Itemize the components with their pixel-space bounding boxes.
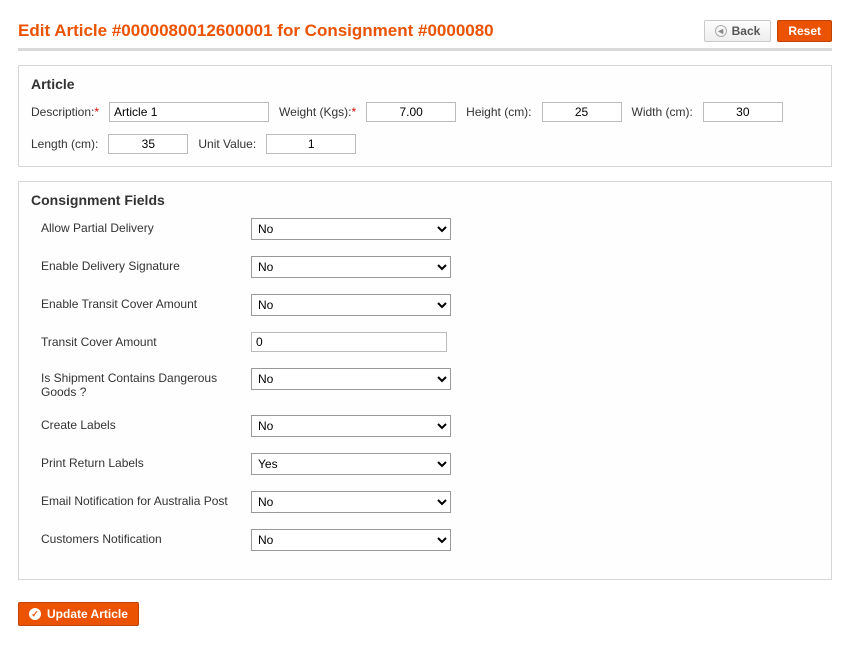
email-notification-select[interactable]: No [251,491,451,513]
unit-value-input[interactable] [266,134,356,154]
transit-cover-amount-label: Transit Cover Amount [41,332,251,349]
customers-notification-select[interactable]: No [251,529,451,551]
transit-cover-amount-input[interactable] [251,332,447,352]
height-label: Height (cm): [466,105,531,119]
unit-value-label: Unit Value: [198,137,256,151]
customers-notification-label: Customers Notification [41,529,251,546]
back-arrow-icon: ◄ [715,25,727,37]
article-section: Article Description:* Weight (Kgs):* Hei… [18,65,832,167]
print-return-labels-select[interactable]: Yes [251,453,451,475]
enable-delivery-signature-label: Enable Delivery Signature [41,256,251,273]
create-labels-label: Create Labels [41,415,251,432]
create-labels-select[interactable]: No [251,415,451,437]
description-label: Description:* [31,105,99,119]
height-input[interactable] [542,102,622,122]
width-label: Width (cm): [632,105,693,119]
check-icon: ✓ [29,608,41,620]
page-title: Edit Article #0000080012600001 for Consi… [18,21,494,41]
consignment-section: Consignment Fields Allow Partial Deliver… [18,181,832,580]
dangerous-goods-select[interactable]: No [251,368,451,390]
allow-partial-delivery-select[interactable]: No [251,218,451,240]
reset-button[interactable]: Reset [777,20,832,42]
weight-label: Weight (Kgs):* [279,105,356,119]
update-article-label: Update Article [47,607,128,621]
reset-button-label: Reset [788,24,821,38]
email-notification-label: Email Notification for Australia Post [41,491,251,508]
enable-transit-cover-select[interactable]: No [251,294,451,316]
width-input[interactable] [703,102,783,122]
consignment-section-title: Consignment Fields [31,192,819,208]
back-button[interactable]: ◄ Back [704,20,772,42]
length-input[interactable] [108,134,188,154]
article-section-title: Article [31,76,819,92]
allow-partial-delivery-label: Allow Partial Delivery [41,218,251,235]
dangerous-goods-label: Is Shipment Contains Dangerous Goods ? [41,368,251,399]
back-button-label: Back [732,24,761,38]
description-input[interactable] [109,102,269,122]
print-return-labels-label: Print Return Labels [41,453,251,470]
header-divider [18,48,832,51]
enable-transit-cover-label: Enable Transit Cover Amount [41,294,251,311]
length-label: Length (cm): [31,137,98,151]
update-article-button[interactable]: ✓ Update Article [18,602,139,626]
weight-input[interactable] [366,102,456,122]
enable-delivery-signature-select[interactable]: No [251,256,451,278]
